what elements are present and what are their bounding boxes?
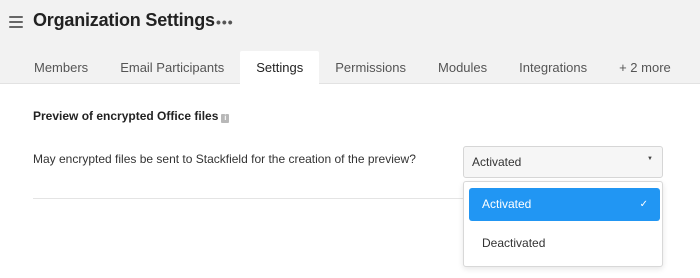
check-icon: ✓ bbox=[639, 199, 648, 210]
tab-email-participants[interactable]: Email Participants bbox=[104, 51, 240, 84]
page-header: Organization Settings ••• Members Email … bbox=[0, 0, 700, 85]
caret-down-icon: ▼ bbox=[647, 156, 653, 162]
tab-members[interactable]: Members bbox=[18, 51, 104, 84]
option-deactivated[interactable]: Deactivated bbox=[469, 227, 660, 260]
info-icon[interactable]: i bbox=[221, 114, 230, 123]
section-title: Preview of encrypted Office files i bbox=[33, 109, 230, 123]
section-divider bbox=[33, 198, 463, 199]
tab-modules[interactable]: Modules bbox=[422, 51, 503, 84]
tab-integrations[interactable]: Integrations bbox=[503, 51, 603, 84]
select-dropdown-menu: Activated ✓ Deactivated bbox=[463, 181, 663, 267]
section-title-text: Preview of encrypted Office files bbox=[33, 109, 219, 123]
hamburger-menu-icon[interactable] bbox=[9, 16, 23, 30]
preview-select[interactable]: Activated ▼ bbox=[463, 146, 663, 178]
option-label: Deactivated bbox=[482, 236, 546, 250]
option-label: Activated bbox=[482, 197, 532, 211]
preview-question-label: May encrypted files be sent to Stackfiel… bbox=[33, 152, 416, 166]
tab-settings[interactable]: Settings bbox=[240, 51, 320, 85]
select-value: Activated bbox=[472, 155, 522, 169]
tab-permissions[interactable]: Permissions bbox=[319, 51, 422, 84]
settings-tabs: Members Email Participants Settings Perm… bbox=[18, 51, 687, 85]
page-title: Organization Settings bbox=[33, 10, 215, 30]
option-activated[interactable]: Activated ✓ bbox=[469, 188, 660, 221]
more-horizontal-icon[interactable]: ••• bbox=[216, 14, 234, 30]
tab-more[interactable]: + 2 more bbox=[603, 51, 687, 84]
